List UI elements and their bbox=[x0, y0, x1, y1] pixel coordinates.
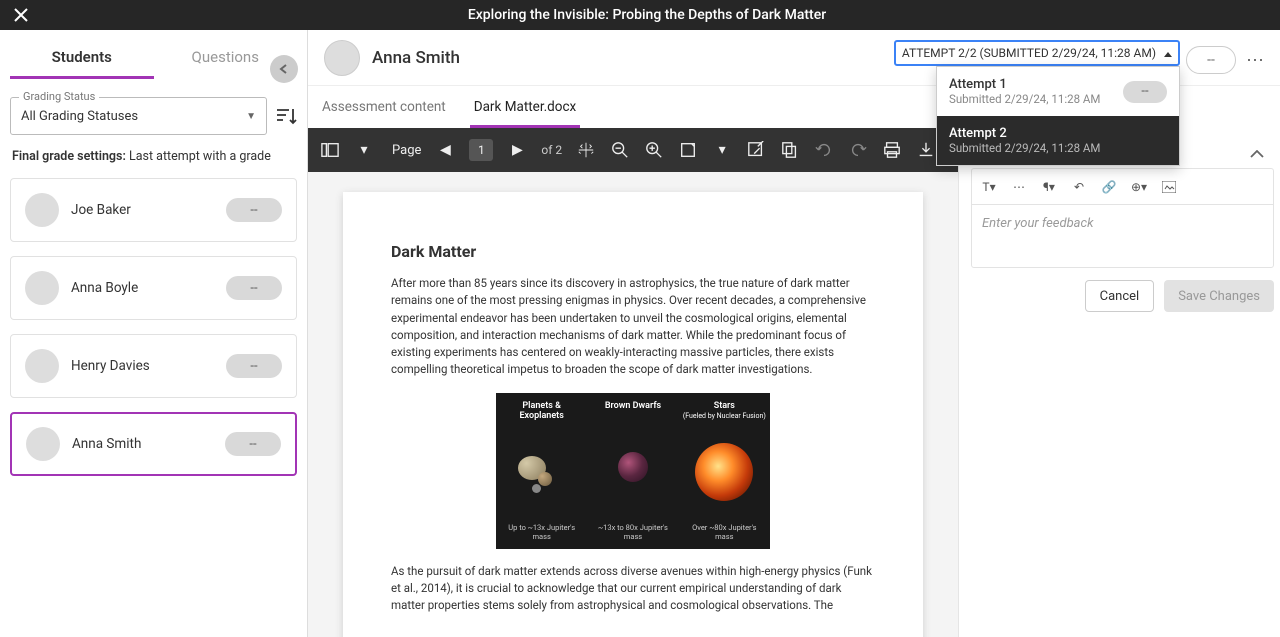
student-name: Joe Baker bbox=[71, 202, 226, 218]
tab-assessment-content[interactable]: Assessment content bbox=[318, 93, 450, 128]
page-label: Page bbox=[392, 143, 421, 158]
student-card-henry-davies[interactable]: Henry Davies -- bbox=[10, 334, 297, 398]
attempt-label: Attempt 2 bbox=[949, 126, 1100, 141]
student-card-joe-baker[interactable]: Joe Baker -- bbox=[10, 178, 297, 242]
document-page: Dark Matter After more than 85 years sin… bbox=[343, 192, 923, 637]
document-canvas[interactable]: Dark Matter After more than 85 years sin… bbox=[308, 172, 958, 637]
avatar bbox=[25, 349, 59, 383]
sort-icon[interactable] bbox=[275, 105, 297, 127]
page-total: of 2 bbox=[541, 143, 562, 157]
attempt-select-label: ATTEMPT 2/2 (SUBMITTED 2/29/24, 11:28 AM… bbox=[902, 46, 1156, 60]
print-icon[interactable] bbox=[882, 140, 902, 160]
document-title: Dark Matter bbox=[391, 242, 875, 261]
feedback-placeholder: Enter your feedback bbox=[982, 216, 1094, 231]
undo-icon[interactable] bbox=[814, 140, 834, 160]
prev-page-icon[interactable]: ◀ bbox=[435, 140, 455, 160]
caret-down-icon[interactable]: ▾ bbox=[354, 140, 374, 160]
select-label: Grading Status bbox=[19, 90, 99, 103]
attempt-sub: Submitted 2/29/24, 11:28 AM bbox=[949, 141, 1100, 155]
figure-col-planets: Planets & Exoplanets Up to ~13x Jupiter'… bbox=[496, 393, 587, 549]
attempt-select[interactable]: ATTEMPT 2/2 (SUBMITTED 2/29/24, 11:28 AM… bbox=[894, 40, 1180, 66]
grade-pill[interactable]: -- bbox=[226, 198, 282, 222]
figure-col-stars: Stars(Fueled by Nuclear Fusion) Over ~80… bbox=[679, 393, 770, 549]
paragraph-icon[interactable]: ¶▾ bbox=[1040, 178, 1058, 196]
panel-toggle-icon[interactable] bbox=[320, 140, 340, 160]
main-panel: Anna Smith -- ⋯ ATTEMPT 2/2 (SUBMITTED 2… bbox=[308, 30, 1280, 637]
tab-students[interactable]: Students bbox=[10, 38, 154, 79]
overall-grade-pill[interactable]: -- bbox=[1186, 46, 1236, 74]
document-paragraph: As the pursuit of dark matter extends ac… bbox=[391, 563, 875, 615]
redo-icon[interactable] bbox=[848, 140, 868, 160]
viewer-toolbar: ▾ Page ◀ 1 ▶ of 2 ▾ bbox=[308, 128, 958, 172]
download-icon[interactable] bbox=[916, 140, 936, 160]
grade-pill[interactable]: -- bbox=[226, 276, 282, 300]
add-icon[interactable]: ⊕▾ bbox=[1130, 178, 1148, 196]
page-title: Exploring the Invisible: Probing the Dep… bbox=[28, 7, 1266, 23]
more-options-icon[interactable]: ⋯ bbox=[1246, 50, 1266, 71]
attempt-dropdown: Attempt 1 Submitted 2/29/24, 11:28 AM --… bbox=[936, 66, 1180, 166]
fit-icon[interactable] bbox=[678, 140, 698, 160]
student-card-anna-boyle[interactable]: Anna Boyle -- bbox=[10, 256, 297, 320]
attempt-label: Attempt 1 bbox=[949, 77, 1100, 92]
more-icon[interactable]: ⋯ bbox=[1010, 178, 1028, 196]
avatar bbox=[324, 40, 360, 76]
document-figure: Planets & Exoplanets Up to ~13x Jupiter'… bbox=[496, 393, 770, 549]
page-number-input[interactable]: 1 bbox=[469, 139, 493, 161]
figure-col-brown-dwarfs: Brown Dwarfs ~13x to 80x Jupiter's mass bbox=[587, 393, 678, 549]
modal-header: Exploring the Invisible: Probing the Dep… bbox=[0, 0, 1280, 30]
caret-down-icon[interactable]: ▾ bbox=[712, 140, 732, 160]
zoom-in-icon[interactable] bbox=[644, 140, 664, 160]
avatar bbox=[25, 193, 59, 227]
cancel-button[interactable]: Cancel bbox=[1085, 280, 1155, 312]
collapse-sidebar-button[interactable] bbox=[270, 55, 298, 83]
attempt-option-1[interactable]: Attempt 1 Submitted 2/29/24, 11:28 AM -- bbox=[937, 67, 1179, 116]
attempt-sub: Submitted 2/29/24, 11:28 AM bbox=[949, 92, 1100, 106]
student-header-name: Anna Smith bbox=[372, 48, 460, 68]
caret-down-icon: ▼ bbox=[246, 111, 256, 122]
sidebar: Students Questions Grading Status All Gr… bbox=[0, 30, 308, 637]
pan-icon[interactable] bbox=[576, 140, 596, 160]
undo-icon[interactable]: ↶ bbox=[1070, 178, 1088, 196]
zoom-out-icon[interactable] bbox=[610, 140, 630, 160]
close-icon[interactable] bbox=[14, 8, 28, 22]
insert-icon[interactable] bbox=[1160, 178, 1178, 196]
student-name: Anna Smith bbox=[72, 436, 225, 452]
save-changes-button[interactable]: Save Changes bbox=[1164, 280, 1274, 312]
attempt-option-2[interactable]: Attempt 2 Submitted 2/29/24, 11:28 AM bbox=[937, 116, 1179, 165]
tab-dark-matter-docx[interactable]: Dark Matter.docx bbox=[470, 93, 581, 128]
select-value: All Grading Statuses bbox=[21, 109, 138, 124]
student-name: Anna Boyle bbox=[71, 280, 226, 296]
grade-pill: -- bbox=[1123, 81, 1167, 103]
document-viewer: ▾ Page ◀ 1 ▶ of 2 ▾ bbox=[308, 128, 958, 637]
text-style-icon[interactable]: T▾ bbox=[980, 178, 998, 196]
avatar bbox=[26, 427, 60, 461]
final-grade-settings: Final grade settings: Last attempt with … bbox=[12, 149, 295, 164]
annotate-icon[interactable] bbox=[746, 140, 766, 160]
avatar bbox=[25, 271, 59, 305]
sidebar-tabs: Students Questions bbox=[10, 38, 297, 79]
feedback-panel: T▾ ⋯ ¶▾ ↶ 🔗 ⊕▾ Enter your feedback Cance… bbox=[958, 128, 1280, 637]
link-icon[interactable]: 🔗 bbox=[1100, 178, 1118, 196]
student-card-anna-smith[interactable]: Anna Smith -- bbox=[10, 412, 297, 476]
next-page-icon[interactable]: ▶ bbox=[507, 140, 527, 160]
feedback-editor-toolbar: T▾ ⋯ ¶▾ ↶ 🔗 ⊕▾ bbox=[971, 168, 1274, 204]
grade-pill[interactable]: -- bbox=[226, 354, 282, 378]
student-name: Henry Davies bbox=[71, 358, 226, 374]
feedback-input[interactable]: Enter your feedback bbox=[971, 204, 1274, 268]
document-paragraph: After more than 85 years since its disco… bbox=[391, 275, 875, 379]
grading-status-select[interactable]: Grading Status All Grading Statuses ▼ bbox=[10, 97, 267, 135]
grade-pill[interactable]: -- bbox=[225, 432, 281, 456]
copy-icon[interactable] bbox=[780, 140, 800, 160]
